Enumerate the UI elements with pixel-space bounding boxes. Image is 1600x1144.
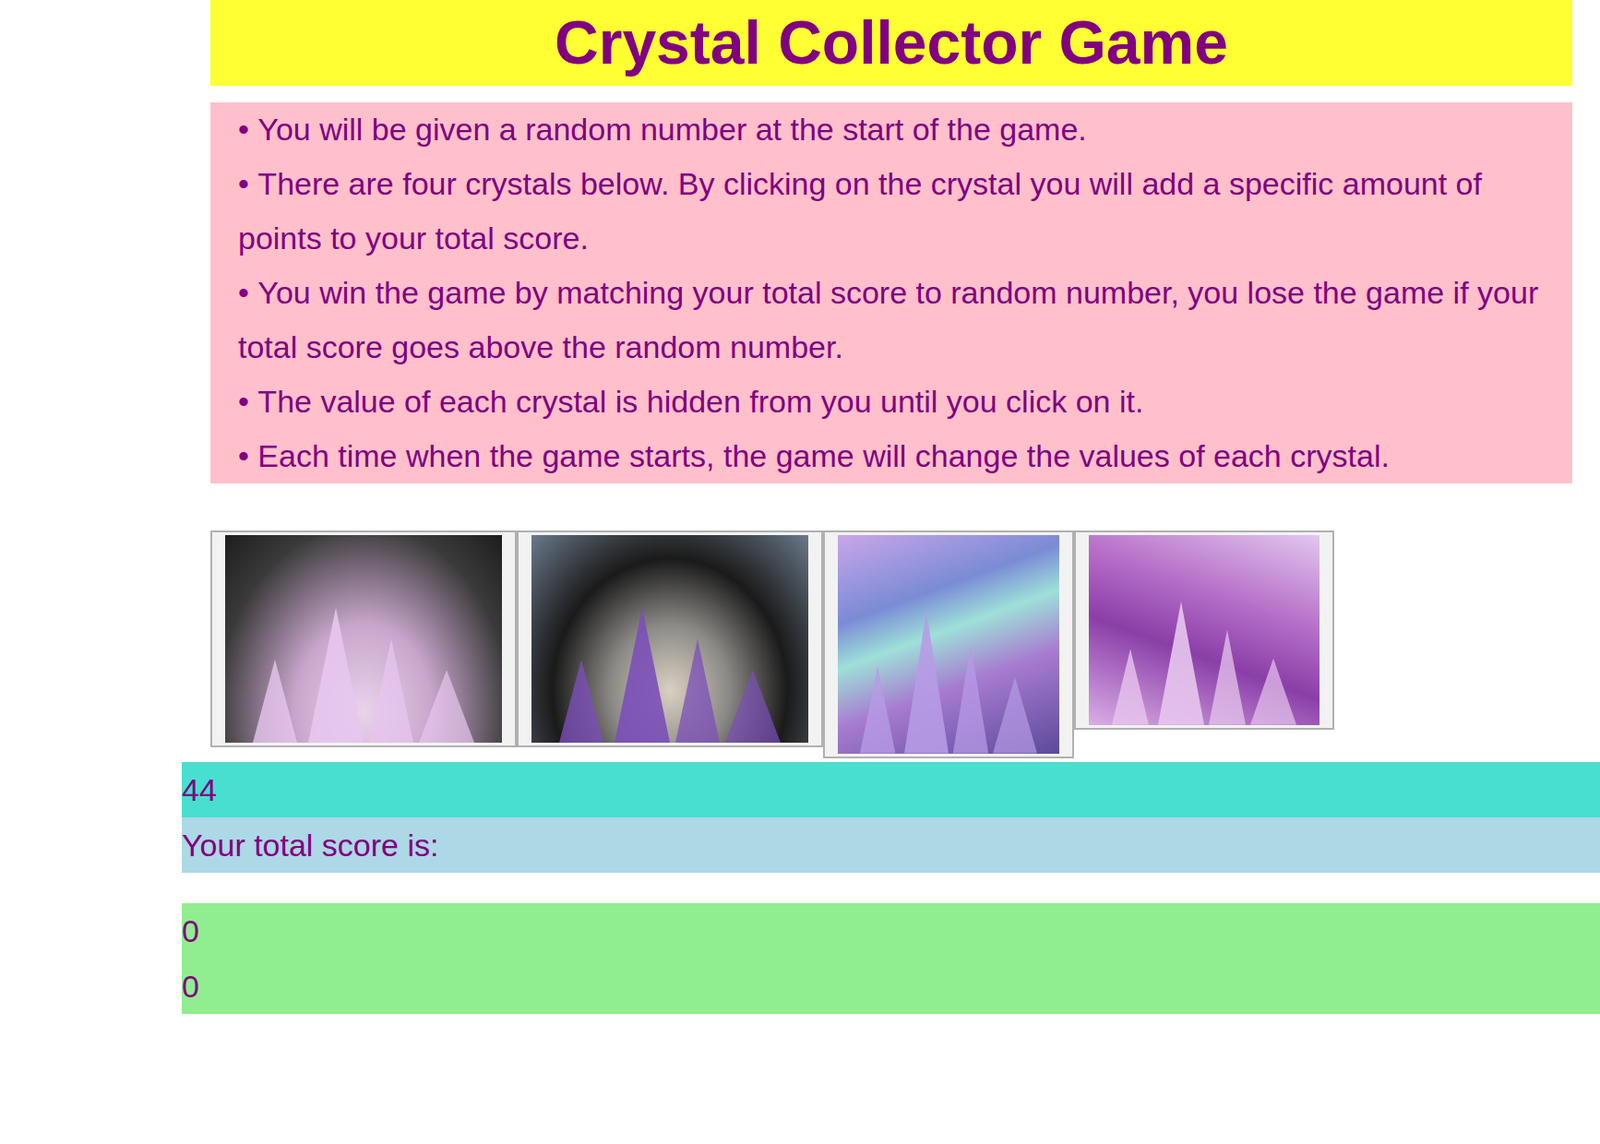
crystal-button[interactable]: [210, 530, 517, 748]
crystal-shapes-icon: [225, 576, 502, 743]
instruction-item: You win the game by matching your total …: [238, 265, 1551, 375]
crystal-button[interactable]: [1074, 530, 1335, 730]
game-title: Crystal Collector Game: [210, 0, 1573, 86]
random-number: 44: [181, 762, 1600, 818]
instruction-item: There are four crystals below. By clicki…: [238, 156, 1551, 266]
score-value: 0: [181, 958, 1600, 1015]
crystal-button[interactable]: [823, 530, 1075, 759]
crystal-row: [210, 530, 1573, 759]
crystal-image: [837, 535, 1060, 754]
instructions-list: You will be given a random number at the…: [210, 102, 1573, 484]
page: Crystal Collector Game You will be given …: [0, 0, 1600, 1144]
crystal-image: [225, 535, 502, 743]
score-box: 00: [181, 903, 1600, 1015]
crystal-button[interactable]: [516, 530, 824, 748]
crystal-image: [1088, 535, 1320, 726]
instruction-item: The value of each crystal is hidden from…: [238, 374, 1551, 430]
top-section: Crystal Collector Game You will be given …: [210, 0, 1573, 759]
crystal-image: [531, 535, 809, 743]
crystal-shapes-icon: [1088, 573, 1320, 726]
instruction-item: Each time when the game starts, the game…: [238, 429, 1551, 484]
crystal-shapes-icon: [837, 578, 1060, 754]
score-value: 0: [181, 903, 1600, 959]
score-label: Your total score is:: [181, 817, 1600, 873]
instruction-item: You will be given a random number at the…: [238, 102, 1551, 157]
crystal-shapes-icon: [531, 576, 809, 743]
score-section: 44Your total score is: 00: [181, 762, 1600, 1015]
